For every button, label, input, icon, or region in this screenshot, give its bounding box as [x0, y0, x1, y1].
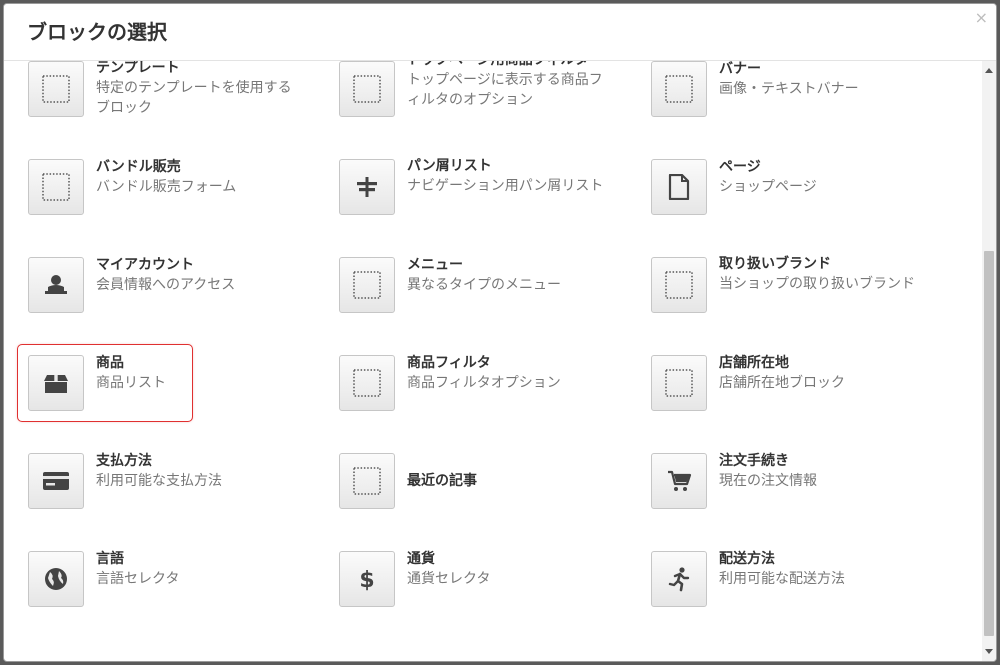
block-item-toppage-filter[interactable]: トップページ用商品フィルタトップページに表示する商品フィルタのオプション — [339, 61, 639, 141]
block-description: 異なるタイプのメニュー — [407, 277, 561, 293]
box-icon — [28, 355, 84, 411]
block-selection-dialog: ブロックの選択 × テンプレート特定のテンプレートを使用するブロック トップページ… — [3, 3, 997, 662]
block-texts: 商品フィルタ商品フィルタオプション — [407, 354, 627, 393]
block-texts: パン屑リストナビゲーション用パン屑リスト — [407, 157, 607, 196]
block-texts: 店舗所在地店舗所在地ブロック — [719, 354, 939, 393]
placeholder-icon — [651, 355, 707, 411]
block-description: 当ショップの取り扱いブランド — [719, 276, 915, 292]
block-name: 最近の記事 — [407, 473, 477, 489]
block-list-scroll-area: テンプレート特定のテンプレートを使用するブロックトップページ用商品フィルタトップ… — [4, 61, 982, 661]
block-description: 特定のテンプレートを使用するブロック — [96, 80, 292, 116]
block-texts: テンプレート特定のテンプレートを使用するブロック — [96, 61, 296, 118]
block-item-recent-posts[interactable]: 最近の記事 — [339, 453, 639, 533]
block-description: バンドル販売フォーム — [96, 179, 237, 195]
block-texts: トップページ用商品フィルタトップページに表示する商品フィルタのオプション — [407, 61, 607, 127]
block-description: ショップページ — [719, 179, 817, 195]
dialog-title: ブロックの選択 — [27, 20, 167, 44]
block-texts: 配送方法利用可能な配送方法 — [719, 550, 939, 589]
block-item-banner[interactable]: バナー画像・テキストバナー — [651, 61, 951, 141]
block-name: マイアカウント — [96, 257, 194, 273]
block-description: 店舗所在地ブロック — [719, 375, 845, 391]
block-name: 商品フィルタ — [407, 355, 491, 371]
vertical-scrollbar[interactable] — [982, 61, 996, 661]
placeholder-icon — [339, 355, 395, 411]
dialog-header: ブロックの選択 × — [4, 4, 996, 61]
block-description: 会員情報へのアクセス — [96, 277, 236, 293]
placeholder-icon — [651, 257, 707, 313]
block-item-brands[interactable]: 取り扱いブランド当ショップの取り扱いブランド — [651, 255, 951, 337]
block-description: 利用可能な支払方法 — [96, 473, 222, 489]
block-item-currency[interactable]: $ 通貨通貨セレクタ — [339, 551, 639, 631]
block-item-breadcrumb[interactable]: パン屑リストナビゲーション用パン屑リスト — [339, 157, 639, 239]
block-name: バナー — [719, 61, 761, 77]
placeholder-icon — [339, 61, 395, 117]
svg-text:$: $ — [359, 568, 374, 593]
block-item-checkout[interactable]: 注文手続き現在の注文情報 — [651, 453, 951, 533]
block-texts: 言語 言語セレクタ — [96, 550, 316, 589]
placeholder-icon — [339, 257, 395, 313]
cart-icon — [651, 453, 707, 509]
placeholder-icon — [339, 453, 395, 509]
block-name: ページ — [719, 159, 761, 175]
block-texts: バナー画像・テキストバナー — [719, 61, 939, 99]
running-icon — [651, 551, 707, 607]
block-name: 支払方法 — [96, 453, 152, 469]
block-name: バンドル販売 — [96, 159, 181, 175]
block-name: 取り扱いブランド — [719, 256, 831, 272]
block-item-payment[interactable]: 支払方法利用可能な支払方法 — [28, 453, 328, 533]
block-item-template[interactable]: テンプレート特定のテンプレートを使用するブロック — [28, 61, 328, 141]
placeholder-icon — [651, 61, 707, 117]
credit-card-icon — [28, 453, 84, 509]
block-texts: 通貨 通貨セレクタ — [407, 550, 627, 589]
block-description: トップページに表示する商品フィルタのオプション — [407, 72, 603, 108]
block-name: テンプレート — [96, 61, 180, 76]
block-item-page[interactable]: ページショップページ — [651, 159, 951, 239]
block-item-bundle[interactable]: バンドル販売バンドル販売フォーム — [28, 159, 328, 239]
block-texts: 取り扱いブランド当ショップの取り扱いブランド — [719, 255, 919, 294]
block-name: パン屑リスト — [407, 158, 492, 174]
block-texts: 支払方法利用可能な支払方法 — [96, 452, 316, 491]
block-name: 注文手続き — [719, 453, 789, 469]
block-item-product-filter[interactable]: 商品フィルタ商品フィルタオプション — [339, 355, 639, 435]
block-description: 現在の注文情報 — [719, 473, 817, 489]
block-name: トップページ用商品フィルタ — [407, 61, 607, 70]
placeholder-icon — [28, 159, 84, 215]
close-icon[interactable]: × — [975, 10, 988, 26]
block-item-language[interactable]: 言語 言語セレクタ — [28, 551, 328, 631]
block-description: 商品リスト — [96, 375, 166, 391]
block-texts: 商品 商品リスト — [96, 354, 316, 393]
scroll-up-arrow[interactable] — [985, 68, 993, 73]
block-texts: メニュー異なるタイプのメニュー — [407, 256, 627, 295]
dollar-icon: $ — [339, 551, 395, 607]
block-name: 店舗所在地 — [719, 355, 789, 371]
globe-icon — [28, 551, 84, 607]
block-name: メニュー — [407, 257, 463, 273]
scrollbar-thumb[interactable] — [984, 251, 994, 636]
block-name: 商品 — [96, 355, 124, 371]
scroll-down-arrow[interactable] — [985, 649, 993, 654]
block-description: 利用可能な配送方法 — [719, 571, 845, 587]
block-description: 画像・テキストバナー — [719, 81, 859, 97]
block-item-myaccount[interactable]: マイアカウント会員情報へのアクセス — [28, 257, 328, 337]
block-name: 言語 — [96, 551, 124, 567]
block-item-store-location[interactable]: 店舗所在地店舗所在地ブロック — [651, 355, 951, 435]
block-texts: マイアカウント会員情報へのアクセス — [96, 256, 316, 295]
block-item-shipping[interactable]: 配送方法利用可能な配送方法 — [651, 551, 951, 631]
block-item-menu[interactable]: メニュー異なるタイプのメニュー — [339, 257, 639, 337]
user-icon — [28, 257, 84, 313]
block-name: 通貨 — [407, 551, 435, 567]
block-name: 配送方法 — [719, 551, 775, 567]
block-description: 通貨セレクタ — [407, 571, 491, 587]
block-texts: ページショップページ — [719, 158, 939, 197]
block-texts: バンドル販売バンドル販売フォーム — [96, 158, 316, 197]
block-description: ナビゲーション用パン屑リスト — [407, 178, 604, 194]
block-item-products[interactable]: 商品 商品リスト — [17, 344, 193, 422]
document-icon — [651, 159, 707, 215]
block-description: 商品フィルタオプション — [407, 375, 561, 391]
placeholder-icon — [28, 61, 84, 117]
block-texts: 注文手続き現在の注文情報 — [719, 452, 939, 491]
signpost-icon — [339, 159, 395, 215]
block-description: 言語セレクタ — [96, 571, 180, 587]
block-texts: 最近の記事 — [407, 472, 627, 491]
